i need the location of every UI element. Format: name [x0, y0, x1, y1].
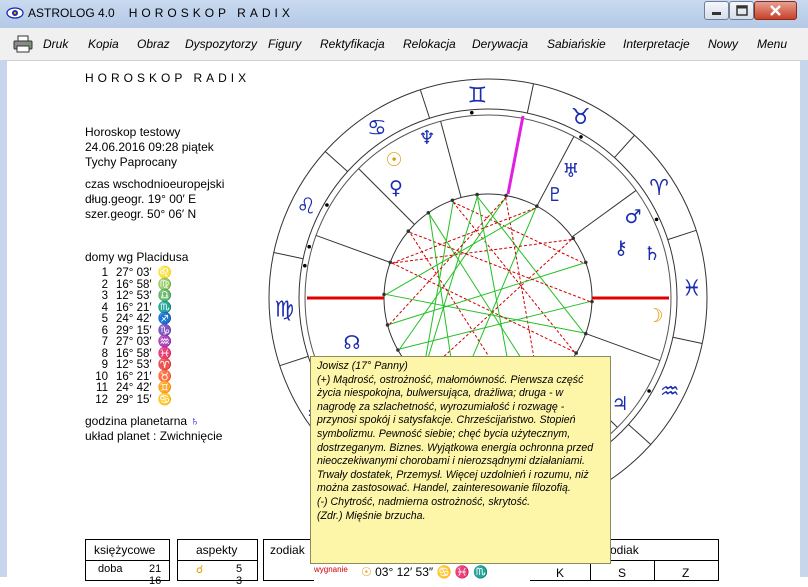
planet-icon: ♆ [418, 127, 435, 149]
aspect-point [574, 351, 578, 355]
zodiac-sign-icon: ♈ [649, 176, 669, 201]
planet-icon: ♅ [562, 160, 579, 182]
house-cusp-line [440, 121, 462, 198]
sign-divider [419, 89, 431, 119]
degree-marker [307, 244, 312, 249]
degree-marker [325, 203, 329, 207]
jupiter-interpretation-tooltip: Jowisz (17° Panny) (+) Mądrość, ostrożno… [310, 356, 611, 564]
sign-divider [614, 134, 635, 158]
sign-divider [672, 336, 703, 345]
moon-row-value: 21 [149, 563, 162, 575]
tooltip-line: (+) Mądrość, ostrożność, małomówność. Pi… [317, 373, 584, 386]
aspects-table-header: aspekty [196, 543, 238, 557]
tooltip-line: dostrzeganym. Biznes. Wyjątkowa energia … [317, 441, 594, 454]
aspect-point [583, 260, 588, 265]
zodiac-sign-icon: ♒ [660, 380, 680, 405]
aspect-point [382, 292, 386, 297]
midheaven-axis [506, 115, 525, 195]
aspect-point [583, 331, 588, 336]
sign-divider [667, 229, 697, 241]
sign-divider [324, 151, 348, 172]
aspect-point [388, 260, 393, 265]
tooltip-line: Trwały dostatek, Przemysł. Więcej uzdoln… [317, 468, 589, 481]
tooltip-line: nieoczekiwanymi chorobami i nierozsądnym… [317, 455, 585, 468]
zodiac-sign-icon: ♓ [682, 276, 702, 301]
planet-icon: ☉ [385, 149, 402, 171]
zodiac-table-header: zodiak [270, 543, 305, 557]
zodiac-sign-icon: ♋ [367, 116, 387, 141]
tooltip-line: symbolizmu. Pewność siebie; chęć bycia u… [317, 427, 571, 440]
degree-marker [579, 135, 583, 139]
planet-icon: ♂ [624, 206, 641, 228]
zodiac-table: zodiak wygnanie [263, 539, 348, 581]
conjunction-icon: ☌ [196, 564, 204, 576]
planet-icon: ☊ [344, 332, 361, 354]
aspect-point [385, 323, 390, 327]
planet-icon: ⚷ [614, 237, 628, 259]
planet-icon: ♇ [546, 184, 563, 206]
aspect-value-1: 5 [236, 563, 243, 575]
planet-icon: ☽ [646, 305, 663, 327]
planet-icon: ♃ [611, 393, 628, 415]
moon-row-label: doba [98, 563, 123, 575]
moon-table: księżycowe doba 21 16 [85, 539, 170, 587]
aspect-line [391, 262, 575, 353]
sign-divider [273, 251, 304, 260]
aspect-point [475, 192, 479, 197]
aspect-line [452, 201, 575, 353]
planet-icon: ♄ [643, 243, 660, 265]
tooltip-line: przynosi spokój i satysfakcje. Chrześcij… [317, 414, 576, 427]
aspect-point [504, 193, 508, 198]
sign-divider [526, 83, 535, 114]
aspect-line [389, 262, 584, 325]
degree-marker [654, 217, 659, 222]
sign-divider [279, 355, 309, 367]
moon-table-header: księżycowe [94, 543, 156, 557]
degree-marker [469, 110, 474, 115]
ksz-s: S [618, 566, 627, 580]
aspect-point [571, 236, 575, 241]
tooltip-line: (-) Chytrość, nadmierna ostrożność, skry… [317, 495, 531, 508]
sign-divider [628, 424, 652, 445]
zodiac-sign-icon: ♌ [296, 194, 316, 219]
planet-icon: ♀ [389, 177, 403, 199]
degree-marker [647, 389, 651, 393]
house-cusp-line [315, 234, 391, 263]
aspects-table: aspekty ☌ 5 3 [177, 539, 258, 587]
aspect-point [450, 198, 455, 203]
ksz-z: Z [682, 566, 690, 580]
zodiac-table-header-2: odiak [610, 543, 639, 557]
tooltip-title: Jowisz (17° Panny) [317, 360, 408, 372]
tooltip-line: (Zdr.) Mięśnie brzucha. [317, 509, 426, 522]
zodiac-sign-icon: ♉ [571, 105, 591, 130]
aspect-point [590, 299, 594, 304]
aspect-point [406, 229, 411, 233]
ksz-k: K [556, 566, 565, 580]
aspect-point [535, 204, 539, 208]
aspect-point [396, 348, 400, 352]
aspect-point [426, 211, 431, 215]
tooltip-line: życia niespokojna, bulwersująca, drażliw… [317, 387, 564, 400]
wygnanie-label: wygnanie [314, 565, 348, 574]
tooltip-line: nagrodę za szlachetność, wyrozumiałość i… [317, 400, 565, 413]
degree-marker [303, 263, 307, 268]
zodiac-sign-icon: ♍ [274, 298, 294, 323]
zodiac-sign-icon: ♊ [467, 83, 487, 108]
house-cusp-line [358, 168, 415, 225]
tooltip-line: można zastosować. Handel, zainteresowani… [317, 482, 571, 495]
